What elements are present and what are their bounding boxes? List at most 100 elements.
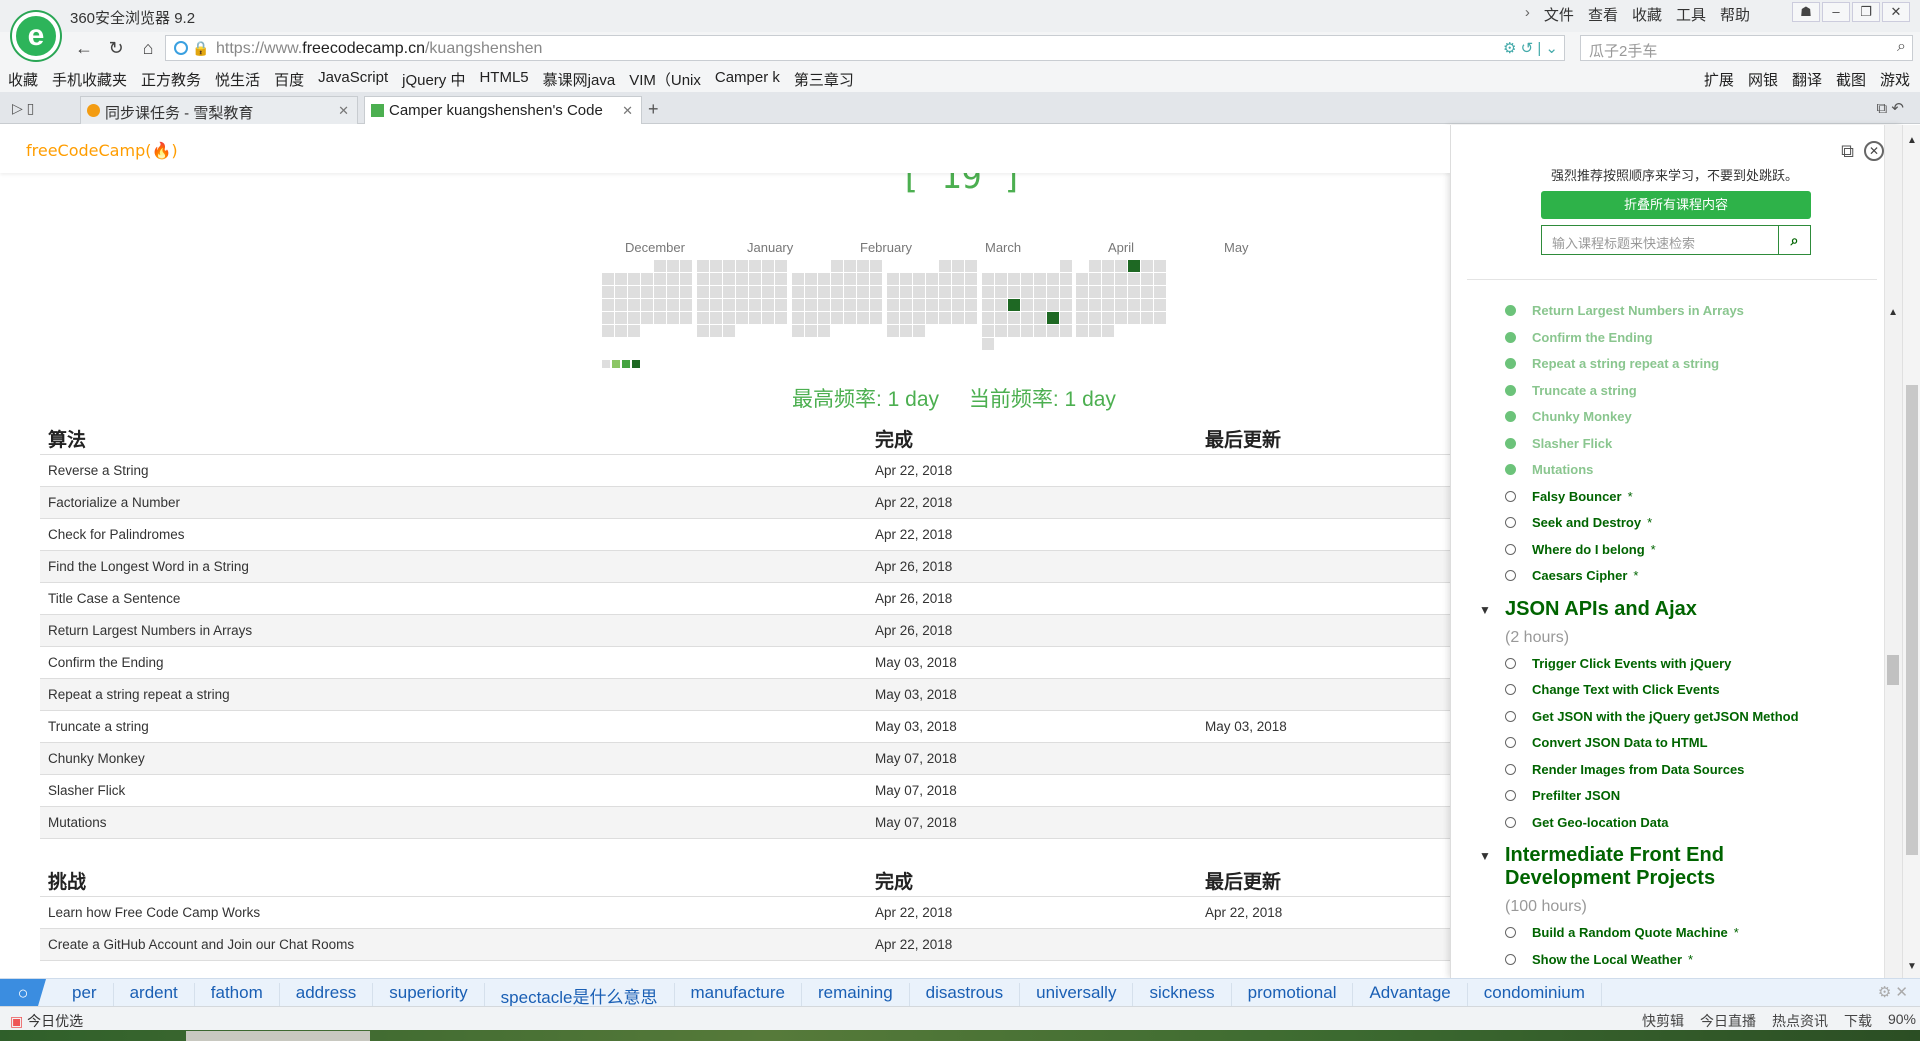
heatmap-day-cell[interactable] [680, 286, 692, 298]
heatmap-day-cell[interactable] [818, 286, 830, 298]
bookmark-item[interactable]: 百度 [274, 69, 304, 90]
heatmap-day-cell[interactable] [1060, 286, 1072, 298]
heatmap-day-cell[interactable] [818, 299, 830, 311]
bookmark-item[interactable]: 慕课网java [543, 69, 616, 90]
heatmap-day-cell[interactable] [1102, 286, 1114, 298]
table-row[interactable]: Learn how Free Code Camp Works Apr 22, 20… [40, 897, 1450, 929]
heatmap-day-cell[interactable] [654, 312, 666, 324]
heatmap-day-cell[interactable] [805, 312, 817, 324]
heatmap-day-cell[interactable] [926, 299, 938, 311]
heatmap-day-cell[interactable] [602, 273, 614, 285]
challenge-link[interactable]: Find the Longest Word in a String [48, 559, 249, 574]
heatmap-day-cell[interactable] [870, 312, 882, 324]
heatmap-day-cell[interactable] [775, 286, 787, 298]
bookmark-item[interactable]: 悦生活 [215, 69, 260, 90]
challenge-link[interactable]: Mutations [48, 815, 107, 830]
scroll-down-icon[interactable]: ▼ [1907, 961, 1917, 972]
heatmap-day-cell[interactable] [844, 260, 856, 272]
heatmap-day-cell[interactable] [667, 312, 679, 324]
heatmap-day-cell[interactable] [792, 325, 804, 337]
heatmap-day-cell[interactable] [805, 273, 817, 285]
table-row[interactable]: Truncate a string May 03, 2018 May 03, 201… [40, 711, 1450, 743]
heatmap-day-cell[interactable] [1047, 299, 1059, 311]
heatmap-day-cell[interactable] [965, 273, 977, 285]
heatmap-day-cell[interactable] [818, 312, 830, 324]
scrollbar-thumb[interactable] [1887, 655, 1899, 685]
heatmap-day-cell[interactable] [749, 260, 761, 272]
bookmark-item[interactable]: 收藏 [8, 69, 38, 90]
close-window-button[interactable]: ✕ [1882, 2, 1910, 22]
heatmap-day-cell[interactable] [982, 325, 994, 337]
heatmap-day-cell[interactable] [654, 273, 666, 285]
heatmap-day-cell[interactable] [844, 286, 856, 298]
heatmap-day-cell[interactable] [831, 299, 843, 311]
bookmark-item[interactable]: jQuery 中 [402, 69, 465, 90]
browser-logo-icon[interactable]: e [12, 12, 60, 60]
course-search-input[interactable]: 输入课程标题来快速检索 [1541, 225, 1779, 255]
challenge-title[interactable]: Truncate a string [1532, 383, 1637, 398]
challenge-title[interactable]: Seek and Destroy * [1532, 515, 1652, 530]
table-row[interactable]: Find the Longest Word in a String Apr 26,… [40, 551, 1450, 583]
heatmap-day-cell[interactable] [857, 273, 869, 285]
heatmap-day-cell[interactable] [762, 273, 774, 285]
challenge-link[interactable]: Return Largest Numbers in Arrays [48, 623, 252, 638]
heatmap-day-cell[interactable] [762, 260, 774, 272]
new-tab-icon[interactable]: + [648, 99, 659, 120]
challenge-item[interactable]: Get JSON with the jQuery getJSON Method [1451, 706, 1871, 733]
heatmap-day-cell[interactable] [844, 312, 856, 324]
table-row[interactable]: Factorialize a Number Apr 22, 2018 [40, 487, 1450, 519]
challenge-item[interactable]: Get Geo-location Data [1451, 812, 1871, 839]
menu-help[interactable]: 帮助 [1720, 4, 1750, 25]
heatmap-day-cell[interactable] [654, 286, 666, 298]
heatmap-day-cell[interactable] [697, 312, 709, 324]
challenge-link[interactable]: Chunky Monkey [48, 751, 145, 766]
challenge-title[interactable]: Mutations [1532, 462, 1593, 477]
menu-expand-icon[interactable]: › [1525, 4, 1530, 25]
heatmap-day-cell[interactable] [1076, 312, 1088, 324]
heatmap-day-cell[interactable] [775, 273, 787, 285]
suggested-word[interactable]: fathom [195, 983, 280, 1008]
skin-icon[interactable]: ☗ [1792, 2, 1820, 22]
table-row[interactable]: Confirm the Ending May 03, 2018 [40, 647, 1450, 679]
heatmap-day-cell[interactable] [710, 273, 722, 285]
heatmap-day-cell[interactable] [857, 312, 869, 324]
heatmap-day-cell[interactable] [900, 273, 912, 285]
bookmark-item[interactable]: 手机收藏夹 [52, 69, 127, 90]
heatmap-day-cell[interactable] [1154, 299, 1166, 311]
close-tab-icon[interactable]: ✕ [338, 103, 349, 119]
heatmap-day-cell[interactable] [1060, 260, 1072, 272]
heatmap-day-cell[interactable] [1089, 286, 1101, 298]
heatmap-day-cell[interactable] [913, 312, 925, 324]
heatmap-day-cell[interactable] [697, 286, 709, 298]
heatmap-day-cell[interactable] [900, 299, 912, 311]
heatmap-day-cell[interactable] [736, 299, 748, 311]
popout-icon[interactable]: ⧉ [1841, 141, 1854, 162]
bookmark-item[interactable]: 正方教务 [141, 69, 201, 90]
suggested-word[interactable]: promotional [1232, 983, 1354, 1008]
heatmap-day-cell[interactable] [1076, 299, 1088, 311]
heatmap-day-cell[interactable] [710, 312, 722, 324]
heatmap-day-cell[interactable] [982, 273, 994, 285]
heatmap-day-cell[interactable] [667, 273, 679, 285]
suggested-word[interactable]: universally [1020, 983, 1134, 1008]
security-shield-icon[interactable] [174, 41, 188, 55]
collapse-all-button[interactable]: 折叠所有课程内容 [1541, 191, 1811, 219]
challenge-item[interactable]: Where do I belong * [1451, 539, 1871, 566]
heatmap-day-cell[interactable] [762, 312, 774, 324]
heatmap-day-cell[interactable] [641, 286, 653, 298]
heatmap-day-cell[interactable] [1102, 312, 1114, 324]
heatmap-day-cell[interactable] [775, 260, 787, 272]
challenge-link[interactable]: Title Case a Sentence [48, 591, 180, 606]
challenge-link[interactable]: Repeat a string repeat a string [48, 687, 230, 702]
table-row[interactable]: Check for Palindromes Apr 22, 2018 [40, 519, 1450, 551]
search-icon[interactable]: ⌕ [1779, 225, 1811, 255]
bookmark-item[interactable]: JavaScript [318, 69, 388, 90]
heatmap-day-cell[interactable] [792, 286, 804, 298]
bookmark-item[interactable]: Camper k [715, 69, 780, 90]
suggested-word[interactable]: manufacture [675, 983, 802, 1008]
heatmap-day-cell[interactable] [1076, 273, 1088, 285]
heatmap-day-cell[interactable] [1034, 325, 1046, 337]
heatmap-day-cell[interactable] [926, 286, 938, 298]
table-row[interactable]: Return Largest Numbers in Arrays Apr 26, … [40, 615, 1450, 647]
heatmap-day-cell[interactable] [1141, 312, 1153, 324]
